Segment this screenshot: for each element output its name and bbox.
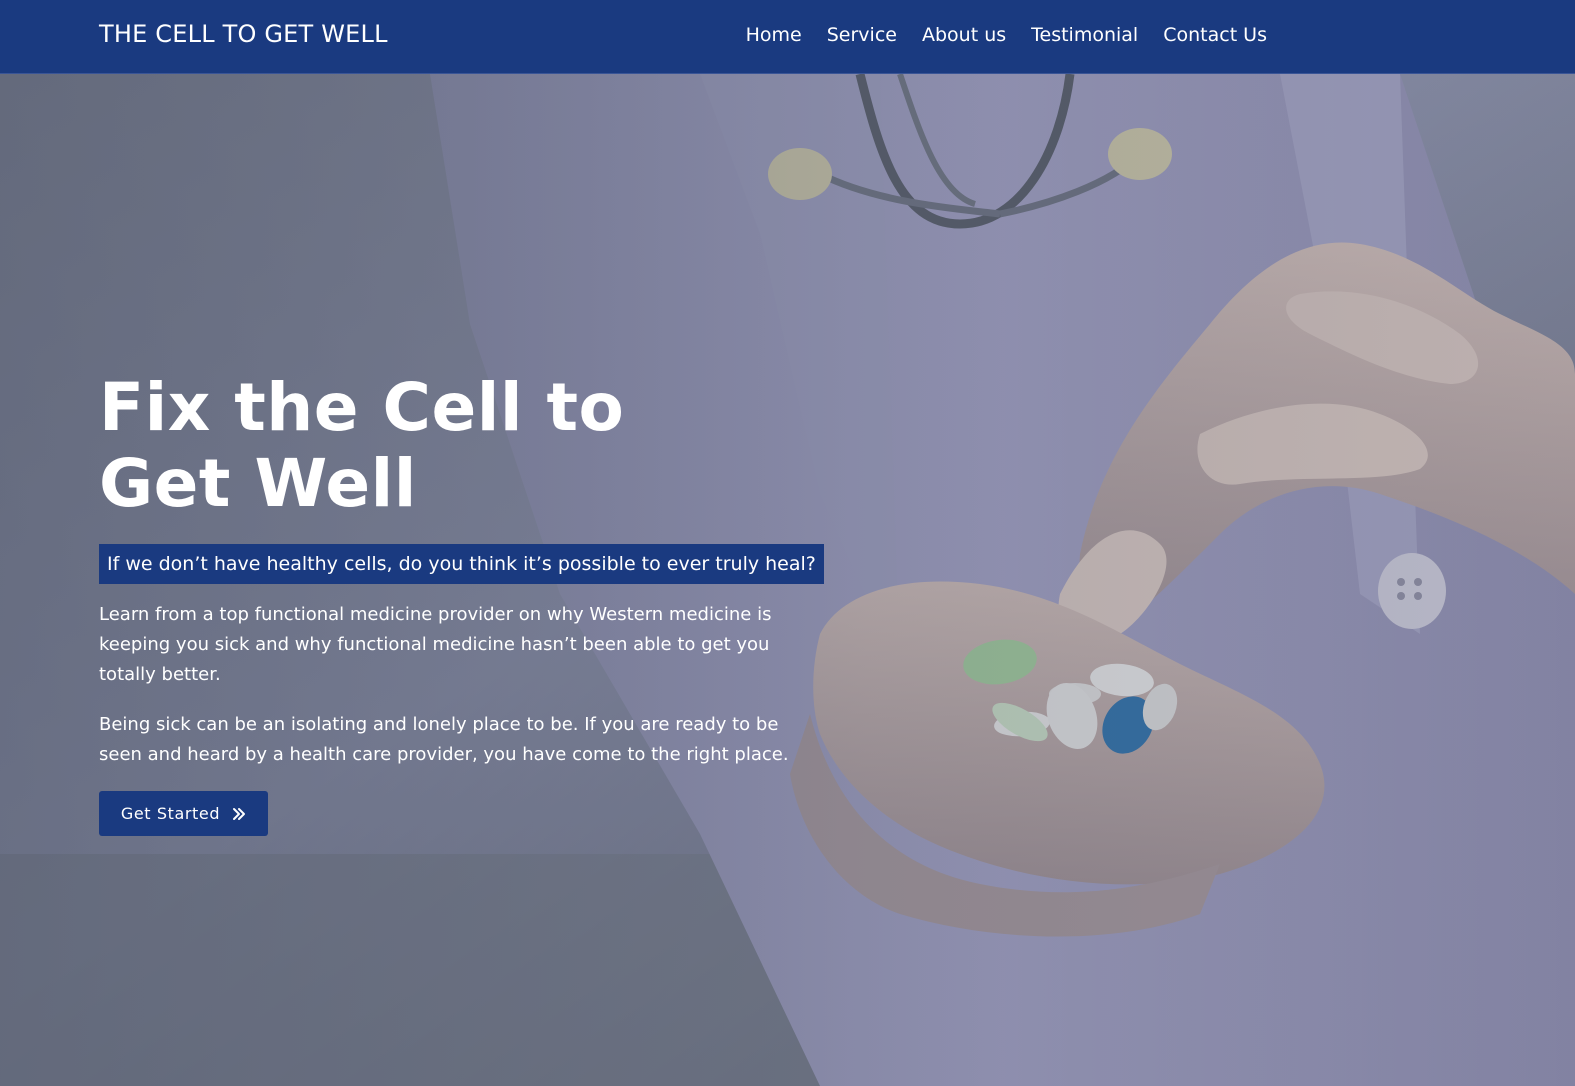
get-started-button[interactable]: Get Started: [99, 791, 268, 836]
hero-section: Fix the Cell to Get Well If we don’t hav…: [0, 74, 1575, 1086]
main-nav: Home Service About us Testimonial Contac…: [721, 24, 1267, 46]
hero-headline-line1: Fix the Cell to: [99, 369, 625, 446]
nav-item-about-us[interactable]: About us: [922, 24, 1006, 46]
double-chevron-right-icon: [233, 807, 246, 820]
nav-item-service[interactable]: Service: [827, 24, 897, 46]
hero-paragraph-2: Being sick can be an isolating and lonel…: [99, 714, 789, 765]
nav-item-contact-us[interactable]: Contact Us: [1163, 24, 1267, 46]
hero-tagline: If we don’t have healthy cells, do you t…: [99, 544, 824, 584]
nav-item-testimonial[interactable]: Testimonial: [1031, 24, 1138, 46]
hero-headline-line2: Get Well: [99, 445, 417, 522]
hero-paragraph-1: Learn from a top functional medicine pro…: [99, 604, 772, 685]
site-brand[interactable]: THE CELL TO GET WELL: [99, 20, 388, 48]
nav-item-home[interactable]: Home: [746, 24, 802, 46]
hero-headline: Fix the Cell to Get Well: [99, 370, 719, 522]
top-navbar: THE CELL TO GET WELL Home Service About …: [0, 0, 1575, 74]
get-started-label: Get Started: [120, 804, 221, 823]
